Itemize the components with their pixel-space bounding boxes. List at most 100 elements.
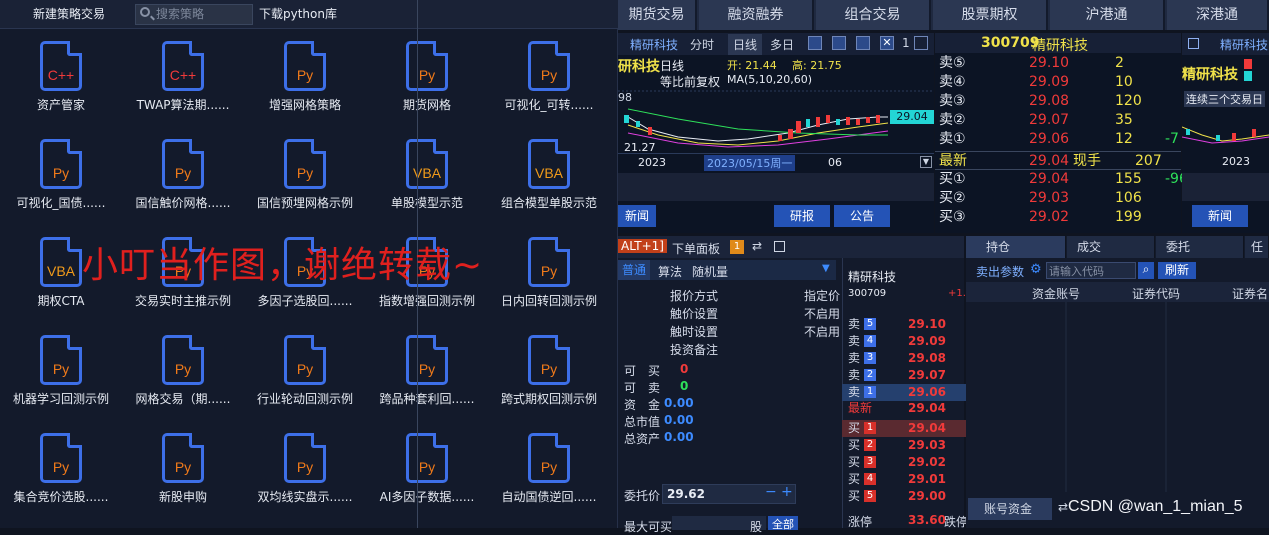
file-type-label: Py bbox=[174, 459, 192, 475]
ma-label: MA(5,10,20,60) bbox=[727, 73, 813, 86]
strategy-tile[interactable]: Py 行业轮动回测示例 bbox=[244, 327, 364, 423]
tab-orders[interactable]: 委托 bbox=[1156, 236, 1244, 258]
tab-algo[interactable]: 算法 bbox=[658, 263, 682, 280]
level-label: 卖④ bbox=[939, 74, 966, 90]
order-field-value[interactable]: 不启用 bbox=[804, 323, 840, 340]
strategy-tile[interactable]: Py 双均线实盘示...... bbox=[244, 425, 364, 521]
swap-icon[interactable]: ⇄ bbox=[1058, 500, 1068, 514]
level-volume: 12 bbox=[1115, 131, 1133, 147]
nav-futures[interactable]: 期货交易 bbox=[618, 0, 697, 30]
nav-hk-sh[interactable]: 沪港通 bbox=[1050, 0, 1165, 30]
entrust-price-input[interactable]: 29.62 − + bbox=[662, 484, 796, 504]
swap-icon[interactable]: ⇄ bbox=[752, 239, 762, 253]
account-stat-value: 0.00 bbox=[664, 396, 694, 410]
strategy-search-input[interactable]: 搜索策略 bbox=[135, 4, 253, 25]
nav-options[interactable]: 股票期权 bbox=[933, 0, 1048, 30]
strategy-tile[interactable]: Py 集合竞价选股...... bbox=[0, 425, 120, 521]
window-icon[interactable] bbox=[774, 241, 785, 252]
close-icon[interactable]: ✕ bbox=[880, 36, 894, 50]
nav-portfolio[interactable]: 组合交易 bbox=[816, 0, 931, 30]
mini-ask-price: 29.06 bbox=[908, 385, 946, 399]
strategy-tile[interactable]: VBA 单股模型示范 bbox=[366, 131, 486, 227]
strategy-name: 国信预埋网格示例 bbox=[256, 196, 353, 210]
strategy-tile[interactable]: Py 日内回转回测示例 bbox=[488, 229, 608, 325]
mini-news-button[interactable]: 新闻 bbox=[1192, 205, 1248, 227]
account-fund-tab[interactable]: 账号资金 bbox=[968, 498, 1052, 520]
file-icon: Py bbox=[162, 433, 204, 483]
mini-last-row: 最新 29.04 bbox=[842, 400, 966, 417]
order-field-value[interactable]: 指定价 bbox=[804, 287, 840, 304]
strategy-tile[interactable]: Py AI多因子数据...... bbox=[366, 425, 486, 521]
news-button[interactable]: 新闻 bbox=[618, 205, 656, 227]
order-field-value[interactable]: 不启用 bbox=[804, 305, 840, 322]
toolbar-icon-2[interactable] bbox=[832, 36, 846, 50]
mini-ask-label: 卖 bbox=[848, 385, 861, 399]
strategy-tile[interactable]: Py 国信预埋网格示例 bbox=[244, 131, 364, 227]
search-icon[interactable]: ⌕ bbox=[1138, 262, 1154, 279]
tab-holdings[interactable]: 持仓 bbox=[966, 236, 1066, 258]
tab-normal[interactable]: 普通 bbox=[618, 260, 651, 280]
strategy-tile[interactable]: Py 可视化_可转...... bbox=[488, 33, 608, 129]
minus-icon[interactable]: − bbox=[765, 484, 777, 500]
strategy-tile[interactable]: Py 自动国债逆回...... bbox=[488, 425, 608, 521]
strategy-name: 资产管家 bbox=[36, 98, 85, 112]
file-type-label: Py bbox=[174, 165, 192, 181]
strategy-tile[interactable]: Py 可视化_国债...... bbox=[0, 131, 120, 227]
strategy-name: 日内回转回测示例 bbox=[500, 294, 597, 308]
mini-ask-row[interactable]: 卖 4 29.09 bbox=[842, 333, 966, 350]
mini-ask-row[interactable]: 卖 1 29.06 bbox=[842, 384, 966, 401]
toolbar-icon-3[interactable] bbox=[856, 36, 870, 50]
chevron-down-icon[interactable]: ▼ bbox=[822, 263, 830, 274]
top-nav: 期货交易 融资融券 组合交易 股票期权 沪港通 深港通 bbox=[618, 0, 1269, 30]
mini-chart-stock[interactable]: 精研科技 bbox=[1220, 36, 1268, 53]
strategy-tile[interactable]: Py 增强网格策略 bbox=[244, 33, 364, 129]
order-stock-name: 精研科技 bbox=[848, 270, 897, 284]
file-icon: Py bbox=[284, 433, 326, 483]
order-book: 300709 精研科技 卖⑤ 29.10 2 卖④ 29.09 10 卖③ 29.08 120 卖… bbox=[935, 33, 1188, 233]
refresh-button[interactable]: 刷新 bbox=[1158, 262, 1196, 279]
mini-bid-row[interactable]: 买 3 29.02 bbox=[842, 454, 966, 471]
tab-daily[interactable]: 日线 bbox=[728, 34, 763, 55]
toolbar-icon-1[interactable] bbox=[808, 36, 822, 50]
nav-margin[interactable]: 融资融券 bbox=[699, 0, 814, 30]
mini-bid-row[interactable]: 买 5 29.00 bbox=[842, 488, 966, 505]
new-strategy-tab[interactable]: 新建策略交易 bbox=[33, 0, 105, 28]
research-button[interactable]: 研报 bbox=[774, 205, 830, 227]
strategy-tile[interactable]: Py 跨式期权回测示例 bbox=[488, 327, 608, 423]
gear-icon[interactable]: ⚙ bbox=[1030, 262, 1042, 277]
announcement-button[interactable]: 公告 bbox=[834, 205, 890, 227]
tab-more[interactable]: 任 bbox=[1245, 236, 1269, 258]
panel-icon[interactable] bbox=[914, 36, 928, 50]
mini-ask-row[interactable]: 卖 2 29.07 bbox=[842, 367, 966, 384]
sell-param-link[interactable]: 卖出参数 bbox=[976, 263, 1024, 280]
tab-deals[interactable]: 成交 bbox=[1067, 236, 1155, 258]
mini-bid-row[interactable]: 买 4 29.01 bbox=[842, 471, 966, 488]
strategy-tile[interactable]: C++ 资产管家 bbox=[0, 33, 120, 129]
strategy-name: 多因子选股回...... bbox=[257, 294, 353, 308]
chevron-down-icon[interactable]: ▼ bbox=[920, 156, 932, 168]
strategy-tile[interactable]: Py 新股申购 bbox=[122, 425, 242, 521]
mini-bid-price: 29.04 bbox=[908, 421, 946, 435]
code-input[interactable]: 请输入代码 bbox=[1046, 262, 1136, 279]
plus-icon[interactable]: + bbox=[781, 484, 793, 500]
tab-multi-day[interactable]: 多日 bbox=[770, 36, 794, 53]
mini-level-badge: 2 bbox=[864, 439, 876, 451]
mini-ask-row[interactable]: 卖 3 29.08 bbox=[842, 350, 966, 367]
tab-random[interactable]: 随机量 bbox=[692, 263, 728, 280]
chart-stock-name[interactable]: 精研科技 bbox=[630, 36, 678, 53]
strategy-tile[interactable]: VBA 组合模型单股示范 bbox=[488, 131, 608, 227]
strategy-tile[interactable]: Py 期货网格 bbox=[366, 33, 486, 129]
strategy-tile[interactable]: Py 机器学习回测示例 bbox=[0, 327, 120, 423]
mini-bid-row[interactable]: 买 1 29.04 bbox=[842, 420, 966, 437]
order-stock-code: 300709 bbox=[848, 288, 887, 299]
strategy-tile[interactable]: Py 跨品种套利回...... bbox=[366, 327, 486, 423]
strategy-tile[interactable]: C++ TWAP算法期...... bbox=[122, 33, 242, 129]
nav-hk-sz[interactable]: 深港通 bbox=[1167, 0, 1269, 30]
mini-ask-row[interactable]: 卖 5 29.10 bbox=[842, 316, 966, 333]
mini-bid-row[interactable]: 买 2 29.03 bbox=[842, 437, 966, 454]
tab-intraday[interactable]: 分时 bbox=[690, 36, 714, 53]
strategy-tile[interactable]: Py 国信触价网格...... bbox=[122, 131, 242, 227]
panel-icon[interactable] bbox=[1188, 38, 1199, 49]
strategy-tile[interactable]: Py 网格交易（期...... bbox=[122, 327, 242, 423]
download-python-tab[interactable]: 下载python库 bbox=[259, 0, 337, 28]
